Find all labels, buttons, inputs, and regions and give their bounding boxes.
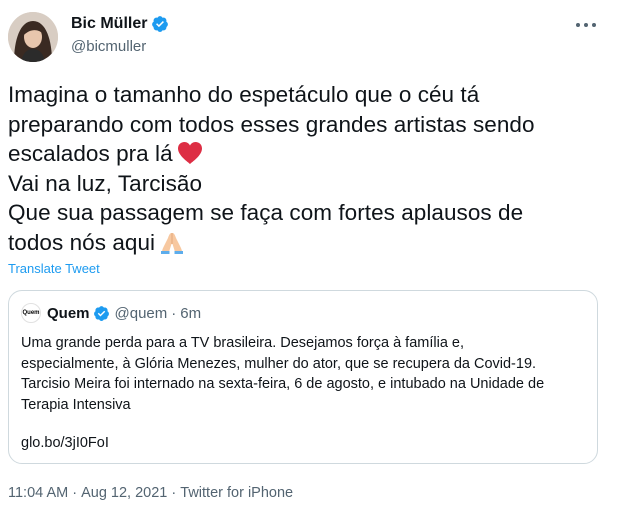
- tweet-line: Vai na luz, Tarcisão: [8, 170, 203, 196]
- tweet-text: Imagina o tamanho do espetáculo que o cé…: [8, 80, 608, 257]
- tweet-line: Que sua passagem se faça com fortes apla…: [8, 200, 524, 225]
- tweet-line-text: todos nós aqui: [8, 229, 156, 255]
- tweet-metadata: 11:04 AM · Aug 12, 2021 · Twitter for iP…: [8, 485, 293, 501]
- profile-photo-icon: [8, 12, 58, 62]
- meta-separator: ·: [167, 485, 181, 501]
- tweet-line: escalados pra lá: [8, 139, 608, 169]
- quoted-line: Uma grande perda para a TV brasileira. D…: [21, 335, 465, 351]
- red-heart-icon: [177, 142, 202, 164]
- more-options-icon[interactable]: [574, 16, 598, 34]
- author-block: Bic Müller @bicmuller: [71, 13, 169, 55]
- display-name[interactable]: Bic Müller: [71, 15, 147, 33]
- avatar[interactable]: [8, 12, 58, 62]
- folded-hands-icon: [161, 232, 184, 254]
- quoted-link[interactable]: glo.bo/3jI0FoI: [21, 435, 109, 451]
- tweet-line: Imagina o tamanho do espetáculo que o cé…: [8, 82, 480, 107]
- tweet-line: preparando com todos esses grandes artis…: [8, 111, 535, 137]
- quoted-line: especialmente, à Glória Menezes, mulher …: [21, 355, 537, 372]
- quoted-tweet-card[interactable]: Quem Quem @quem · 6m Uma grande perda pa…: [8, 290, 598, 464]
- author-handle[interactable]: @bicmuller: [71, 38, 169, 55]
- verified-badge-icon: [93, 305, 109, 321]
- tweet-line: todos nós aqui: [8, 228, 608, 258]
- quoted-tweet-header: Quem Quem @quem · 6m: [21, 302, 201, 324]
- quoted-tweet-text: Uma grande perda para a TV brasileira. D…: [21, 333, 591, 415]
- tweet-time[interactable]: 11:04 AM: [8, 485, 68, 501]
- quoted-timestamp[interactable]: 6m: [180, 305, 201, 322]
- quoted-avatar[interactable]: Quem: [21, 303, 41, 323]
- quoted-display-name[interactable]: Quem: [47, 305, 90, 322]
- tweet-source[interactable]: Twitter for iPhone: [180, 485, 293, 501]
- verified-badge-icon: [152, 16, 169, 32]
- quoted-line: Terapia Intensiva: [21, 396, 131, 413]
- display-name-row: Bic Müller: [71, 13, 169, 35]
- tweet: Bic Müller @bicmuller Imagina o tamanho …: [0, 0, 620, 516]
- tweet-date[interactable]: Aug 12, 2021: [81, 485, 167, 501]
- quoted-avatar-logo: Quem: [22, 310, 40, 316]
- meta-separator: ·: [68, 485, 82, 501]
- quoted-separator: ·: [171, 304, 177, 322]
- quoted-handle[interactable]: @quem: [115, 305, 168, 322]
- tweet-line-text: escalados pra lá: [8, 141, 173, 166]
- quoted-line: Tarcisio Meira foi internado na sexta-fe…: [21, 376, 545, 392]
- translate-tweet-link[interactable]: Translate Tweet: [8, 261, 100, 276]
